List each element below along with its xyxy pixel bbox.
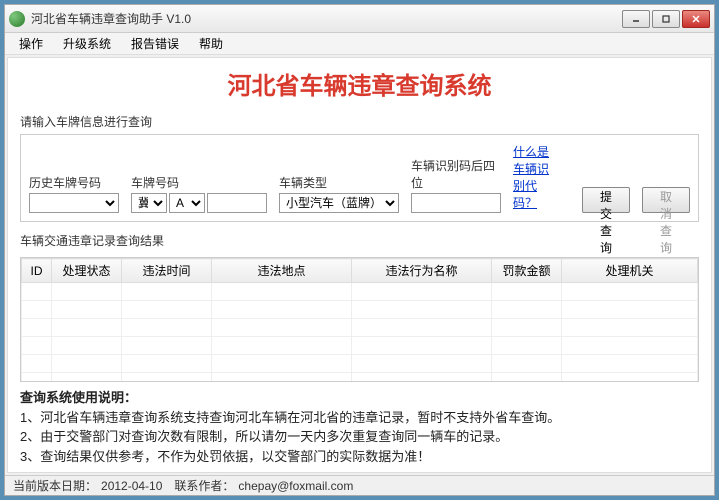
submit-button[interactable]: 提交查询 bbox=[582, 187, 630, 213]
results-table: ID 处理状态 违法时间 违法地点 违法行为名称 罚款金额 处理机关 bbox=[21, 258, 698, 382]
menu-operate[interactable]: 操作 bbox=[9, 33, 53, 54]
query-form: 历史车牌号码 车牌号码 冀 A 车辆类型 小型汽车（蓝牌） 车辆识别码后四位 什… bbox=[20, 134, 699, 222]
col-behavior: 违法行为名称 bbox=[352, 259, 492, 283]
contact-value: chepay@foxmail.com bbox=[238, 479, 353, 493]
main-window: 河北省车辆违章查询助手 V1.0 操作 升级系统 报告错误 帮助 河北省车辆违章… bbox=[4, 4, 715, 496]
table-row bbox=[22, 355, 698, 373]
vin-field: 车辆识别码后四位 bbox=[411, 157, 501, 213]
minimize-button[interactable] bbox=[622, 10, 650, 28]
table-header-row: ID 处理状态 违法时间 违法地点 违法行为名称 罚款金额 处理机关 bbox=[22, 259, 698, 283]
results-table-wrap: ID 处理状态 违法时间 违法地点 违法行为名称 罚款金额 处理机关 bbox=[20, 257, 699, 382]
table-row bbox=[22, 319, 698, 337]
vin-input[interactable] bbox=[411, 193, 501, 213]
menu-report[interactable]: 报告错误 bbox=[121, 33, 189, 54]
window-controls bbox=[620, 10, 710, 28]
table-row bbox=[22, 337, 698, 355]
col-time: 违法时间 bbox=[122, 259, 212, 283]
menu-upgrade[interactable]: 升级系统 bbox=[53, 33, 121, 54]
vin-label: 车辆识别码后四位 bbox=[411, 157, 501, 191]
instruction-line: 2、由于交警部门对查询次数有限制，所以请勿一天内多次重复查询同一辆车的记录。 bbox=[20, 427, 699, 447]
plate-letter-select[interactable]: A bbox=[169, 193, 205, 213]
col-location: 违法地点 bbox=[212, 259, 352, 283]
titlebar: 河北省车辆违章查询助手 V1.0 bbox=[5, 5, 714, 33]
col-id: ID bbox=[22, 259, 52, 283]
type-select[interactable]: 小型汽车（蓝牌） bbox=[279, 193, 399, 213]
vin-help-link[interactable]: 什么是车辆识别代码？ bbox=[513, 143, 558, 211]
col-status: 处理状态 bbox=[52, 259, 122, 283]
plate-field: 车牌号码 冀 A bbox=[131, 174, 267, 213]
window-title: 河北省车辆违章查询助手 V1.0 bbox=[31, 10, 620, 27]
plate-province-select[interactable]: 冀 bbox=[131, 193, 167, 213]
page-title: 河北省车辆违章查询系统 bbox=[20, 66, 699, 101]
instruction-line: 1、河北省车辆违章查询系统支持查询河北车辆在河北省的违章记录，暂时不支持外省车查… bbox=[20, 408, 699, 428]
menubar: 操作 升级系统 报告错误 帮助 bbox=[5, 33, 714, 55]
content-area: 河北省车辆违章查询系统 请输入车牌信息进行查询 历史车牌号码 车牌号码 冀 A … bbox=[7, 57, 712, 473]
plate-number-input[interactable] bbox=[207, 193, 267, 213]
type-label: 车辆类型 bbox=[279, 174, 399, 191]
form-section-label: 请输入车牌信息进行查询 bbox=[20, 113, 699, 130]
version-date: 2012-04-10 bbox=[101, 479, 162, 493]
contact-label: 联系作者： bbox=[174, 477, 234, 494]
statusbar: 当前版本日期： 2012-04-10 联系作者： chepay@foxmail.… bbox=[5, 475, 714, 495]
app-icon bbox=[9, 11, 25, 27]
history-select[interactable] bbox=[29, 193, 119, 213]
type-field: 车辆类型 小型汽车（蓝牌） bbox=[279, 174, 399, 213]
col-agency: 处理机关 bbox=[562, 259, 698, 283]
history-label: 历史车牌号码 bbox=[29, 174, 119, 191]
history-field: 历史车牌号码 bbox=[29, 174, 119, 213]
instruction-line: 3、查询结果仅供参考，不作为处罚依据，以交警部门的实际数据为准！ bbox=[20, 447, 699, 467]
table-row bbox=[22, 301, 698, 319]
menu-help[interactable]: 帮助 bbox=[189, 33, 233, 54]
instructions-title: 查询系统使用说明： bbox=[20, 388, 699, 408]
table-row bbox=[22, 283, 698, 301]
table-row bbox=[22, 373, 698, 383]
results-section-label: 车辆交通违章记录查询结果 bbox=[20, 232, 699, 249]
plate-label: 车牌号码 bbox=[131, 174, 267, 191]
maximize-button[interactable] bbox=[652, 10, 680, 28]
col-fine: 罚款金额 bbox=[492, 259, 562, 283]
cancel-button[interactable]: 取消查询 bbox=[642, 187, 690, 213]
close-button[interactable] bbox=[682, 10, 710, 28]
version-label: 当前版本日期： bbox=[13, 477, 97, 494]
instructions: 查询系统使用说明： 1、河北省车辆违章查询系统支持查询河北车辆在河北省的违章记录… bbox=[20, 388, 699, 466]
